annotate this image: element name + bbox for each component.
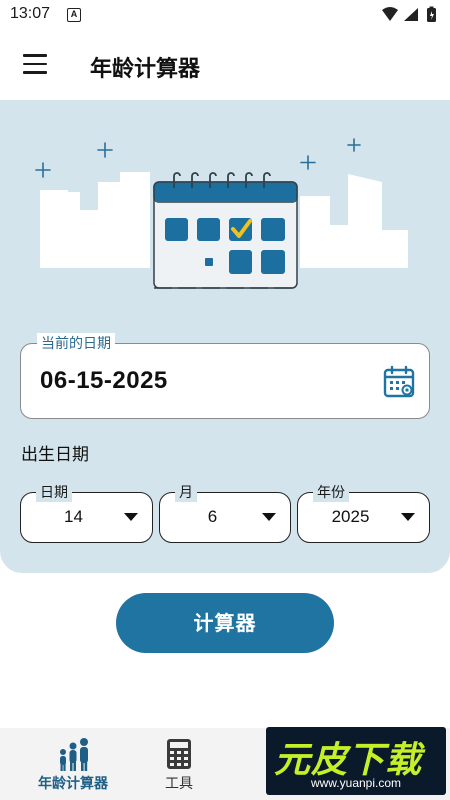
wifi-icon [382,7,398,21]
year-dropdown[interactable]: 年份 2025 [297,482,430,543]
year-value: 2025 [331,507,370,526]
signal-icon [404,8,418,21]
app-bar: 年龄计算器 [0,30,450,100]
calendar-illustration [35,138,408,289]
year-label: 年份 [313,482,349,502]
hero-card: 当前的日期 06-15-2025 出生日期 日期 14 月 6 年份 2025 [0,100,450,573]
month-dropdown[interactable]: 月 6 [159,482,291,543]
month-value: 6 [207,507,218,526]
day-label: 日期 [36,482,72,502]
status-time: 13:07 [10,5,51,22]
calculator-icon [167,739,191,769]
status-bar: 13:07 A [0,0,450,30]
birth-date-heading: 出生日期 [21,445,89,465]
watermark-url: www.yuanpi.com [310,776,402,790]
current-date-field[interactable]: 当前的日期 06-15-2025 [20,333,430,419]
menu-icon[interactable] [23,54,47,74]
chevron-down-icon [262,513,276,521]
status-icons [382,6,436,22]
chevron-down-icon [401,513,415,521]
family-icon [60,738,88,771]
current-date-label: 当前的日期 [37,333,115,353]
month-label: 月 [175,482,197,502]
calendar-icon[interactable] [382,365,416,399]
calculate-button[interactable]: 计算器 [116,593,334,653]
day-value: 14 [64,507,83,526]
watermark-logo: 元皮下载 www.yuanpi.com [266,727,446,795]
nav-item-tools[interactable]: 工具 [118,728,240,800]
current-date-value: 06-15-2025 [40,367,168,394]
day-dropdown[interactable]: 日期 14 [20,482,153,543]
page-title: 年龄计算器 [90,57,201,82]
notification-icon: A [67,8,81,22]
chevron-down-icon [124,513,138,521]
nav-label-tools: 工具 [165,776,193,792]
